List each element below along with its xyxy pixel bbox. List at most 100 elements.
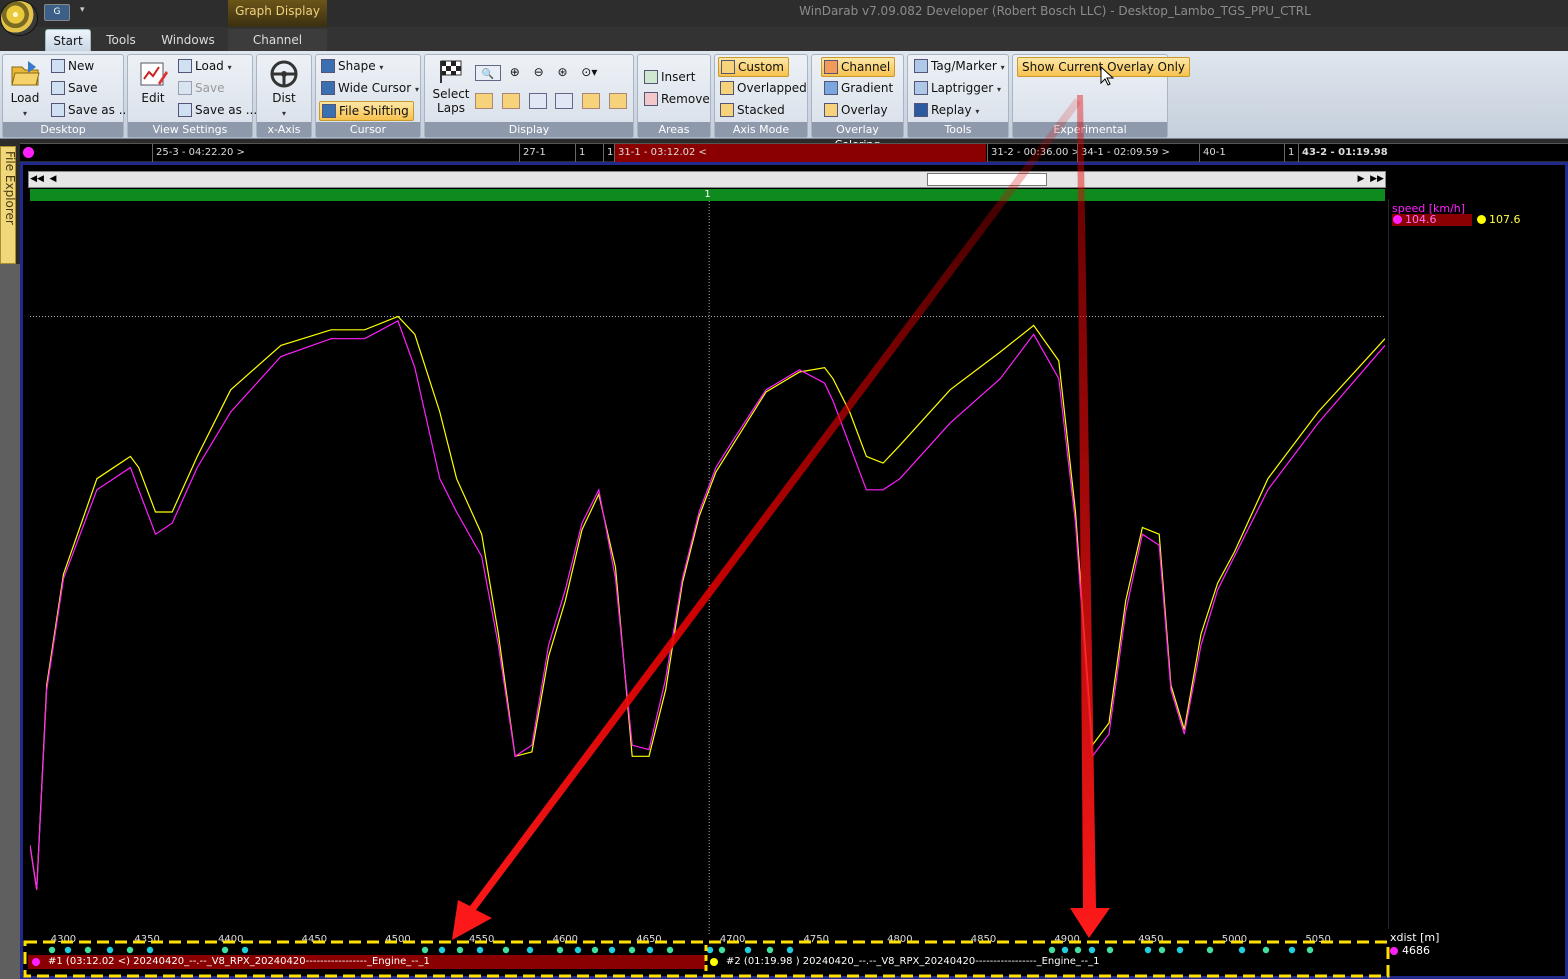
lap-marker-dot[interactable] xyxy=(241,946,249,954)
lap-segment[interactable]: 31-2 - 00:36.00 > xyxy=(987,144,1077,162)
lap-marker-dot[interactable] xyxy=(1262,946,1270,954)
app-menu-button[interactable] xyxy=(0,0,38,36)
lap-marker-dot[interactable] xyxy=(666,946,674,954)
replay-button[interactable]: Replay ▾ xyxy=(914,101,979,121)
layout-5-icon[interactable] xyxy=(582,93,601,109)
load-desktop-button[interactable]: Load ▾ xyxy=(7,59,43,119)
save-view-button[interactable]: Save xyxy=(178,79,224,97)
lap-segment-selected[interactable]: 31-1 - 03:12.02 < xyxy=(614,144,986,162)
select-laps-button[interactable]: Select Laps xyxy=(429,59,473,115)
scrollbar-thumb[interactable] xyxy=(927,173,1047,186)
horizontal-scrollbar[interactable]: ◀◀ ◀ ▶ ▶▶ xyxy=(28,171,1386,188)
file-1-label[interactable]: #1 (03:12.02 <) 20240420_--.--_V8_RPX_20… xyxy=(48,955,430,969)
lap-marker-dot[interactable] xyxy=(718,946,726,954)
lap-segment[interactable]: 43-2 - 01:19.98 xyxy=(1298,144,1568,162)
lap-marker-dot[interactable] xyxy=(1106,946,1114,954)
lap-marker-dot[interactable] xyxy=(786,946,794,954)
lap-marker-dot[interactable] xyxy=(628,946,636,954)
lap-marker-dot[interactable] xyxy=(502,946,510,954)
lap-marker-dot[interactable] xyxy=(608,946,616,954)
lap-marker-dot[interactable] xyxy=(1176,946,1184,954)
lap-marker-dot[interactable] xyxy=(106,946,114,954)
scroll-last-icon[interactable]: ▶▶ xyxy=(1370,173,1384,186)
lap-marker-dot[interactable] xyxy=(1074,946,1082,954)
stacked-axis-button[interactable]: Stacked xyxy=(720,101,785,119)
tag-marker-button[interactable]: Tag/Marker ▾ xyxy=(914,57,1005,77)
save-as-desktop-button[interactable]: Save as ... xyxy=(51,101,130,119)
lap-marker-dot[interactable] xyxy=(1288,946,1296,954)
lap-marker-dot[interactable] xyxy=(84,946,92,954)
speed-chart[interactable] xyxy=(30,201,1385,934)
quick-access-dropdown-icon[interactable]: ▾ xyxy=(80,5,94,19)
zoom-icon[interactable]: 🔍 xyxy=(475,64,501,81)
save-as-view-button[interactable]: Save as ... xyxy=(178,101,257,119)
new-desktop-button[interactable]: New xyxy=(51,57,94,75)
lap-marker-dot[interactable] xyxy=(706,946,714,954)
file-explorer-tab[interactable]: File Explorer xyxy=(0,146,17,264)
lap-segment[interactable]: 1 xyxy=(575,144,601,162)
laptrigger-button[interactable]: Laptrigger ▾ xyxy=(914,79,1001,99)
edit-view-button[interactable]: Edit xyxy=(134,59,172,105)
lap-marker-dot[interactable] xyxy=(221,946,229,954)
lap-segment[interactable]: 34-1 - 02:09.59 > xyxy=(1077,144,1199,162)
zoom-history-icon[interactable]: ⊙▾ xyxy=(576,63,602,81)
layout-6-icon[interactable] xyxy=(609,93,628,109)
marker-row[interactable] xyxy=(30,945,1385,955)
layout-1-icon[interactable] xyxy=(475,93,493,109)
channel-coloring-button[interactable]: Channel xyxy=(821,57,896,77)
gradient-coloring-button[interactable]: Gradient xyxy=(824,79,893,97)
lap-marker-dot[interactable] xyxy=(766,946,774,954)
lap-marker-dot[interactable] xyxy=(1238,946,1246,954)
lap-bar[interactable]: 1 xyxy=(30,189,1385,201)
lap-marker-dot[interactable] xyxy=(1206,946,1214,954)
lap-marker-dot[interactable] xyxy=(646,946,654,954)
lap-marker-dot[interactable] xyxy=(48,946,56,954)
file-2-label[interactable]: #2 (01:19.98 ) 20240420_--.--_V8_RPX_202… xyxy=(726,955,1099,969)
layout-2-icon[interactable] xyxy=(501,93,520,109)
wide-cursor-button[interactable]: Wide Cursor ▾ xyxy=(321,79,419,99)
lap-marker-dot[interactable] xyxy=(744,946,752,954)
lap-marker-dot[interactable] xyxy=(146,946,154,954)
lap-segment[interactable]: 1 xyxy=(1284,144,1298,162)
lap-segment[interactable]: 40-1 xyxy=(1199,144,1263,162)
lap-marker-dot[interactable] xyxy=(126,946,134,954)
zoom-in-icon[interactable]: ⊕ xyxy=(505,63,525,81)
load-view-button[interactable]: Load ▾ xyxy=(178,57,232,77)
insert-area-button[interactable]: Insert xyxy=(644,68,695,86)
tab-windows[interactable]: Windows xyxy=(155,29,221,51)
lap-marker-dot[interactable] xyxy=(476,946,484,954)
lap-marker-dot[interactable] xyxy=(1088,946,1096,954)
tab-tools[interactable]: Tools xyxy=(99,29,143,51)
lap-segment[interactable]: 27-1 xyxy=(519,144,575,162)
tab-channel[interactable]: Channel xyxy=(228,29,327,51)
lap-marker-dot[interactable] xyxy=(1306,946,1314,954)
lap-marker-dot[interactable] xyxy=(1158,946,1166,954)
zoom-out-icon[interactable]: ⊖ xyxy=(529,63,549,81)
scroll-first-icon[interactable]: ◀◀ xyxy=(30,173,44,186)
scroll-right-icon[interactable]: ▶ xyxy=(1354,173,1368,186)
save-desktop-button[interactable]: Save xyxy=(51,79,97,97)
shape-button[interactable]: Shape ▾ xyxy=(321,57,383,77)
lap-segment[interactable]: 1 xyxy=(603,144,613,162)
overlapped-axis-button[interactable]: Overlapped xyxy=(720,79,807,97)
lap-marker-dot[interactable] xyxy=(64,946,72,954)
grid-icon[interactable] xyxy=(555,93,574,109)
tab-start[interactable]: Start xyxy=(45,29,91,51)
remove-area-button[interactable]: Remove xyxy=(644,90,710,108)
quick-access-icon[interactable]: G xyxy=(44,4,70,21)
file-shifting-button[interactable]: File Shifting xyxy=(319,101,414,121)
scroll-left-icon[interactable]: ◀ xyxy=(46,173,60,186)
lap-segment[interactable]: 25-3 - 04:22.20 > xyxy=(152,144,519,162)
zoom-fit-icon[interactable]: ⊛ xyxy=(552,63,572,81)
lap-marker-dot[interactable] xyxy=(1061,946,1069,954)
lap-marker-dot[interactable] xyxy=(1144,946,1152,954)
layout-3-icon[interactable] xyxy=(528,93,547,109)
lap-marker-dot[interactable] xyxy=(556,946,564,954)
dist-axis-button[interactable]: Dist ▾ xyxy=(263,59,305,119)
lap-marker-dot[interactable] xyxy=(574,946,582,954)
lap-marker-dot[interactable] xyxy=(526,946,534,954)
lap-marker-dot[interactable] xyxy=(421,946,429,954)
custom-axis-button[interactable]: Custom xyxy=(718,57,789,77)
overlay-coloring-button[interactable]: Overlay xyxy=(824,101,888,119)
lap-marker-dot[interactable] xyxy=(438,946,446,954)
